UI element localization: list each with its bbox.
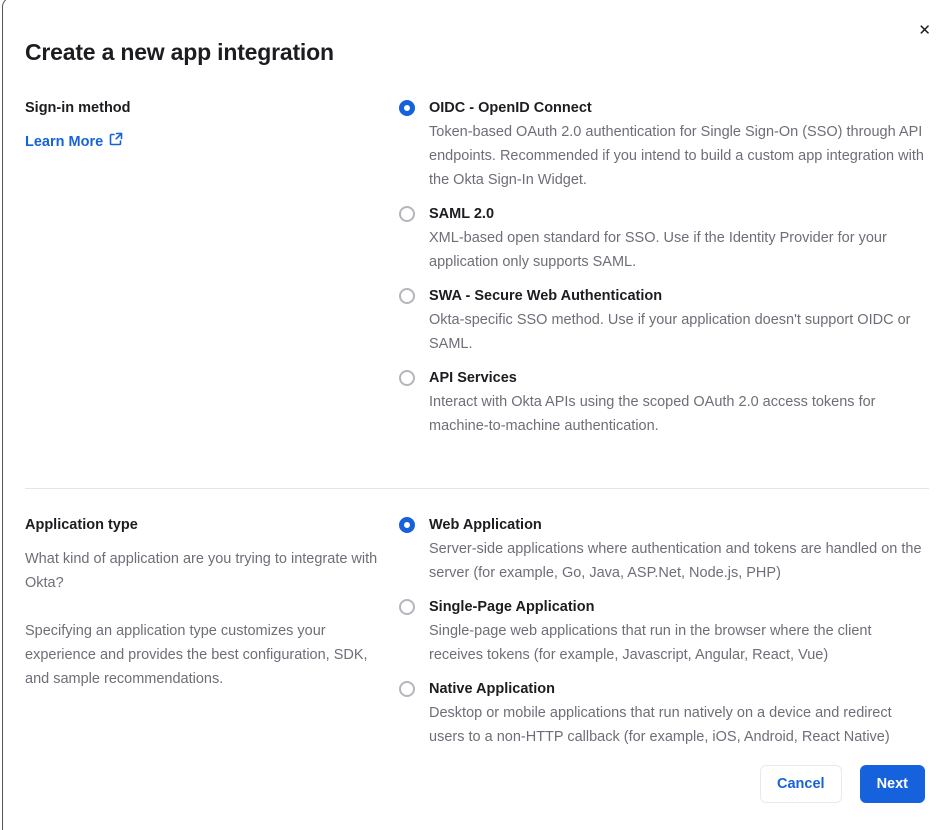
learn-more-link[interactable]: Learn More [25, 130, 123, 154]
radio-option-web-application[interactable]: Web Application Server-side applications… [399, 513, 929, 585]
option-description: Single-page web applications that run in… [429, 623, 872, 663]
option-title: SAML 2.0 [429, 206, 495, 222]
radio-option-swa[interactable]: SWA - Secure Web Authentication Okta-spe… [399, 284, 929, 356]
radio-selected-icon[interactable] [399, 517, 415, 533]
option-description: Server-side applications where authentic… [429, 541, 922, 581]
option-description: XML-based open standard for SSO. Use if … [429, 230, 887, 270]
option-title: API Services [429, 370, 517, 386]
radio-selected-icon[interactable] [399, 100, 415, 116]
radio-option-saml[interactable]: SAML 2.0 XML-based open standard for SSO… [399, 202, 929, 274]
radio-option-oidc[interactable]: OIDC - OpenID Connect Token-based OAuth … [399, 96, 929, 192]
option-title: SWA - Secure Web Authentication [429, 288, 663, 304]
radio-unselected-icon[interactable] [399, 206, 415, 222]
application-type-section: Application type What kind of applicatio… [25, 513, 929, 759]
option-title: OIDC - OpenID Connect [429, 100, 592, 116]
option-text: SWA - Secure Web Authentication Okta-spe… [429, 284, 929, 356]
application-type-options: Web Application Server-side applications… [399, 513, 929, 759]
signin-method-section: Sign-in method Learn More OIDC - OpenID … [25, 96, 929, 448]
create-app-integration-modal: ✕ Create a new app integration Sign-in m… [2, 0, 950, 830]
signin-method-options: OIDC - OpenID Connect Token-based OAuth … [399, 96, 929, 448]
radio-unselected-icon[interactable] [399, 370, 415, 386]
option-description: Okta-specific SSO method. Use if your ap… [429, 312, 911, 352]
option-text: Native Application Desktop or mobile app… [429, 677, 929, 749]
option-text: Single-Page Application Single-page web … [429, 595, 929, 667]
next-button[interactable]: Next [859, 765, 925, 803]
cancel-button[interactable]: Cancel [760, 765, 842, 803]
application-type-label: Application type [25, 517, 138, 533]
option-title: Web Application [429, 517, 542, 533]
radio-option-single-page-application[interactable]: Single-Page Application Single-page web … [399, 595, 929, 667]
radio-option-native-application[interactable]: Native Application Desktop or mobile app… [399, 677, 929, 749]
section-divider [25, 488, 929, 489]
radio-unselected-icon[interactable] [399, 288, 415, 304]
page-title: Create a new app integration [25, 39, 334, 65]
radio-unselected-icon[interactable] [399, 681, 415, 697]
application-type-left-column: Application type What kind of applicatio… [25, 513, 391, 759]
external-link-icon [109, 130, 123, 154]
modal-footer: Cancel Next [760, 765, 925, 803]
option-title: Native Application [429, 681, 555, 697]
radio-option-api-services[interactable]: API Services Interact with Okta APIs usi… [399, 366, 929, 438]
option-text: SAML 2.0 XML-based open standard for SSO… [429, 202, 929, 274]
option-text: OIDC - OpenID Connect Token-based OAuth … [429, 96, 929, 192]
option-title: Single-Page Application [429, 599, 595, 615]
option-description: Interact with Okta APIs using the scoped… [429, 394, 876, 434]
option-description: Token-based OAuth 2.0 authentication for… [429, 124, 924, 188]
radio-unselected-icon[interactable] [399, 599, 415, 615]
option-description: Desktop or mobile applications that run … [429, 705, 892, 745]
option-text: Web Application Server-side applications… [429, 513, 929, 585]
signin-method-label: Sign-in method [25, 100, 131, 116]
signin-method-left-column: Sign-in method Learn More [25, 96, 391, 448]
learn-more-label: Learn More [25, 134, 104, 150]
option-text: API Services Interact with Okta APIs usi… [429, 366, 929, 438]
close-icon[interactable]: ✕ [918, 23, 931, 39]
application-type-question: What kind of application are you trying … [25, 551, 378, 591]
application-type-note: Specifying an application type customize… [25, 623, 368, 687]
